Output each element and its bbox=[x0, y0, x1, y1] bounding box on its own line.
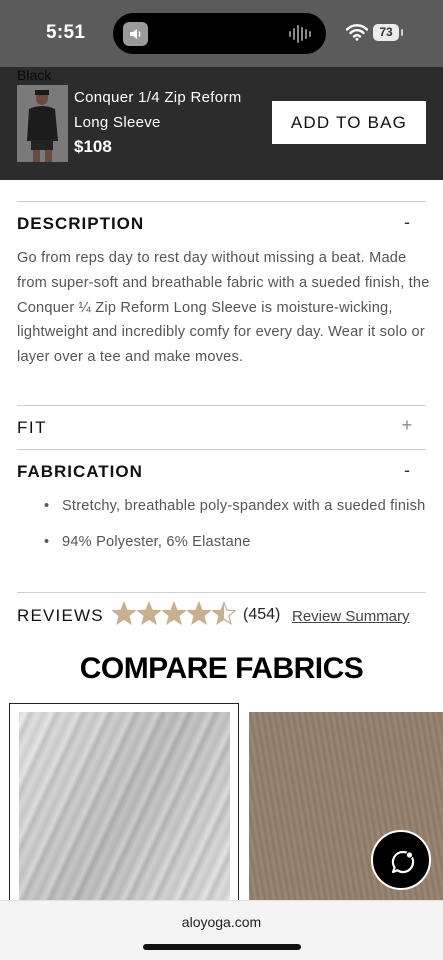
battery-tip bbox=[401, 29, 403, 36]
product-price: $108 bbox=[74, 137, 112, 156]
audio-waveform-icon bbox=[289, 25, 311, 43]
divider bbox=[17, 201, 426, 202]
description-header[interactable]: DESCRIPTION bbox=[17, 214, 144, 234]
chat-bubble-icon bbox=[391, 850, 415, 874]
fabric-swatch-image[interactable] bbox=[19, 712, 230, 912]
divider bbox=[17, 592, 426, 593]
fabrication-item: 94% Polyester, 6% Elastane bbox=[62, 534, 251, 550]
status-bar: 5:51 73 bbox=[0, 0, 443, 67]
home-indicator[interactable] bbox=[143, 944, 301, 950]
fabrication-list: • Stretchy, breathable poly-spandex with … bbox=[44, 493, 429, 565]
chat-button[interactable] bbox=[371, 830, 431, 890]
add-to-bag-button[interactable]: ADD TO BAG bbox=[272, 101, 426, 144]
url-text[interactable]: aloyoga.com bbox=[0, 914, 443, 930]
review-count[interactable]: (454) bbox=[243, 606, 280, 624]
divider bbox=[17, 405, 426, 406]
star-rating[interactable] bbox=[112, 600, 237, 630]
list-item: • Stretchy, breathable poly-spandex with … bbox=[44, 493, 429, 519]
dynamic-island bbox=[113, 13, 326, 54]
fabrication-collapse-toggle[interactable]: - bbox=[392, 460, 422, 481]
fit-header[interactable]: FIT bbox=[17, 418, 47, 438]
fabrication-header[interactable]: FABRICATION bbox=[17, 462, 143, 482]
reviews-label: REVIEWS bbox=[17, 606, 104, 625]
product-thumbnail[interactable] bbox=[17, 85, 68, 162]
star-full-icon bbox=[112, 600, 136, 626]
speaker-icon bbox=[123, 22, 148, 46]
browser-address-bar[interactable] bbox=[0, 900, 443, 960]
selected-color-label: Black bbox=[17, 67, 52, 83]
star-full-icon bbox=[187, 600, 211, 626]
wifi-icon bbox=[346, 24, 368, 41]
star-full-icon bbox=[137, 600, 161, 626]
description-collapse-toggle[interactable]: - bbox=[392, 212, 422, 233]
star-half-icon bbox=[212, 600, 236, 626]
star-full-icon bbox=[162, 600, 186, 626]
list-item: • 94% Polyester, 6% Elastane bbox=[44, 529, 429, 555]
bullet: • bbox=[44, 498, 50, 514]
sticky-product-bar: Black Conquer 1/4 Zip Reform Long Sleeve… bbox=[0, 67, 443, 180]
product-name: Conquer 1/4 Zip Reform Long Sleeve bbox=[74, 89, 242, 131]
fabrication-item: Stretchy, breathable poly-spandex with a… bbox=[62, 498, 426, 514]
divider bbox=[17, 449, 426, 450]
status-time: 5:51 bbox=[46, 22, 86, 43]
review-summary-link[interactable]: Review Summary bbox=[292, 608, 410, 625]
description-text: Go from reps day to rest day without mis… bbox=[17, 250, 430, 366]
compare-fabrics-title: COMPARE FABRICS bbox=[79, 652, 364, 685]
fit-expand-toggle[interactable]: + bbox=[392, 415, 422, 436]
bullet: • bbox=[44, 534, 50, 550]
battery-indicator: 73 bbox=[373, 24, 399, 41]
